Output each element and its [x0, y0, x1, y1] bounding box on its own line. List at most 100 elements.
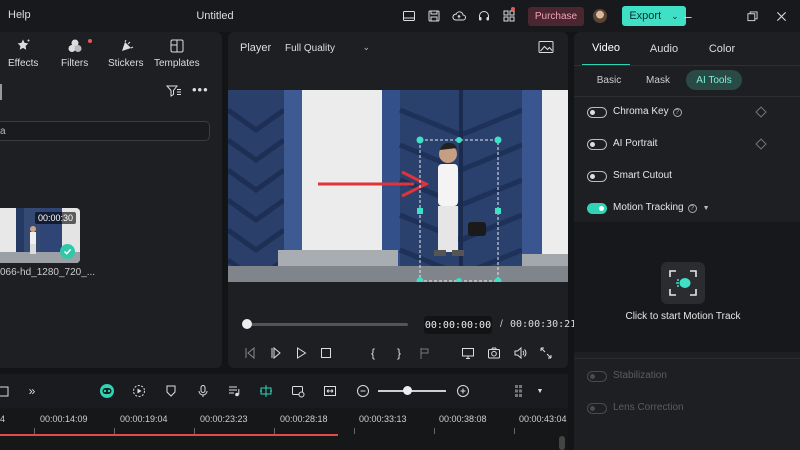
- feature-label-wrap: AI Portrait: [613, 138, 657, 149]
- smart-cutout-toggle[interactable]: [587, 171, 607, 182]
- timeline-toolbar: » ▼: [0, 374, 568, 408]
- keyframe-diamond-icon[interactable]: [755, 138, 767, 150]
- tab-filters[interactable]: Filters: [61, 38, 93, 69]
- feature-label-wrap: Chroma Key?: [613, 106, 682, 117]
- avatar[interactable]: [593, 9, 607, 23]
- caret-down-icon[interactable]: ▼: [703, 205, 710, 212]
- lens-correction-toggle[interactable]: [587, 403, 607, 414]
- chroma-key-toggle[interactable]: [587, 107, 607, 118]
- ai-portrait-toggle[interactable]: [587, 139, 607, 150]
- media-toolbar: •••: [0, 80, 222, 104]
- smart-cutout-label: Smart Cutout: [613, 170, 672, 181]
- apps-grid-icon[interactable]: [496, 6, 521, 26]
- feature-chroma-key: Chroma Key?: [574, 96, 800, 128]
- headset-icon[interactable]: [471, 6, 496, 26]
- ruler-tick: [354, 428, 355, 434]
- motion-tracking-toggle[interactable]: [587, 203, 607, 214]
- image-snapshot-icon[interactable]: [538, 40, 554, 54]
- tab-audio[interactable]: Audio: [640, 32, 688, 66]
- play-icon[interactable]: [292, 344, 310, 362]
- volume-icon[interactable]: [511, 344, 529, 362]
- scrubber[interactable]: 00:00:00:00 / 00:00:30:21: [228, 312, 576, 336]
- restore-icon[interactable]: [744, 8, 760, 24]
- media-clip-thumbnail[interactable]: 00:00:30: [0, 208, 80, 263]
- ruler-tick-label: 00:00:38:08: [439, 414, 487, 424]
- tab-templates[interactable]: Templates: [154, 38, 200, 69]
- camera-snapshot-icon[interactable]: [485, 344, 503, 362]
- help-icon[interactable]: ?: [687, 204, 697, 213]
- tab-effects[interactable]: Effects: [8, 38, 38, 69]
- more-icon[interactable]: •••: [192, 82, 209, 97]
- subtab-ai-tools[interactable]: AI Tools: [686, 70, 742, 90]
- zoom-slider-handle[interactable]: [402, 386, 412, 395]
- split-scene-icon[interactable]: [258, 383, 274, 399]
- scrub-track[interactable]: [246, 323, 408, 326]
- stabilization-toggle[interactable]: [587, 371, 607, 382]
- subtab-basic[interactable]: Basic: [586, 70, 632, 90]
- zoom-out-icon[interactable]: [355, 383, 371, 399]
- motion-track-icon[interactable]: [661, 262, 705, 304]
- tab-video[interactable]: Video: [582, 32, 630, 66]
- feature-smart-cutout: Smart Cutout: [574, 160, 800, 192]
- fullscreen-icon[interactable]: [537, 344, 555, 362]
- crop-icon[interactable]: [0, 383, 12, 399]
- time-separator: /: [500, 319, 503, 330]
- feature-label-wrap: Motion Tracking? ▼: [613, 202, 710, 213]
- zoom-in-icon[interactable]: [455, 383, 471, 399]
- cloud-upload-icon[interactable]: [446, 6, 471, 26]
- title-bar: Help Untitled Purchase Export ⌄ –: [0, 0, 800, 32]
- tab-label: Effects: [8, 58, 39, 69]
- media-tabs: Effects Filters Stickers Templates: [0, 32, 222, 74]
- tab-stickers[interactable]: Stickers: [108, 38, 144, 69]
- filter-sort-icon[interactable]: [166, 84, 182, 98]
- speed-icon[interactable]: [131, 383, 147, 399]
- ruler-tick-label: 00:00:43:04: [519, 414, 567, 424]
- timeline-ruler[interactable]: 4 00:00:14:09 00:00:19:04 00:00:23:23 00…: [0, 408, 568, 450]
- close-icon[interactable]: [773, 8, 789, 24]
- microphone-icon[interactable]: [195, 383, 211, 399]
- fit-timeline-icon[interactable]: [322, 383, 338, 399]
- prev-frame-icon[interactable]: [241, 344, 259, 362]
- start-motion-track-text[interactable]: Click to start Motion Track: [574, 311, 792, 322]
- zoom-slider-track[interactable]: [378, 390, 446, 392]
- tab-label: Filters: [61, 58, 89, 69]
- save-icon[interactable]: [421, 6, 446, 26]
- keyframe-diamond-icon[interactable]: [755, 106, 767, 118]
- next-frame-icon[interactable]: [267, 344, 285, 362]
- double-chevron-right-icon[interactable]: »: [24, 383, 40, 399]
- notification-dot: [511, 7, 515, 11]
- export-button[interactable]: Export ⌄: [622, 6, 686, 26]
- export-label: Export: [629, 10, 662, 22]
- layout-icon[interactable]: [396, 6, 421, 26]
- media-replace-icon[interactable]: [290, 383, 306, 399]
- scrub-handle[interactable]: [242, 319, 252, 329]
- marker-icon[interactable]: [416, 344, 434, 362]
- sub-tabs: Basic Mask AI Tools: [574, 68, 800, 94]
- clip-range-bar[interactable]: [0, 434, 338, 436]
- mark-out-icon[interactable]: }: [390, 344, 408, 362]
- ai-mate-icon[interactable]: [99, 383, 115, 399]
- help-icon[interactable]: ?: [672, 108, 682, 117]
- grid-layout-icon[interactable]: [512, 383, 528, 399]
- tab-color[interactable]: Color: [698, 32, 746, 66]
- chroma-key-label: Chroma Key: [613, 106, 669, 117]
- mark-in-icon[interactable]: {: [364, 344, 382, 362]
- subtab-mask[interactable]: Mask: [636, 70, 680, 90]
- timeline-scrollbar[interactable]: [559, 436, 565, 450]
- stop-icon[interactable]: [317, 344, 335, 362]
- quality-select[interactable]: Full Quality ⌄: [278, 38, 374, 58]
- caret-down-icon[interactable]: ▼: [532, 383, 548, 399]
- search-input[interactable]: a: [0, 121, 210, 141]
- display-icon[interactable]: [459, 344, 477, 362]
- video-preview[interactable]: [228, 90, 568, 282]
- audio-list-icon[interactable]: [226, 383, 242, 399]
- feature-lens-correction: Lens Correction: [574, 392, 800, 424]
- stickers-icon: [121, 39, 134, 51]
- filters-icon: [68, 39, 82, 52]
- current-time[interactable]: 00:00:00:00: [424, 316, 492, 334]
- minimize-icon[interactable]: –: [680, 8, 696, 24]
- tab-label: Templates: [154, 58, 200, 69]
- purchase-button[interactable]: Purchase: [528, 7, 584, 26]
- shield-icon[interactable]: [163, 383, 179, 399]
- templates-icon: [170, 39, 184, 53]
